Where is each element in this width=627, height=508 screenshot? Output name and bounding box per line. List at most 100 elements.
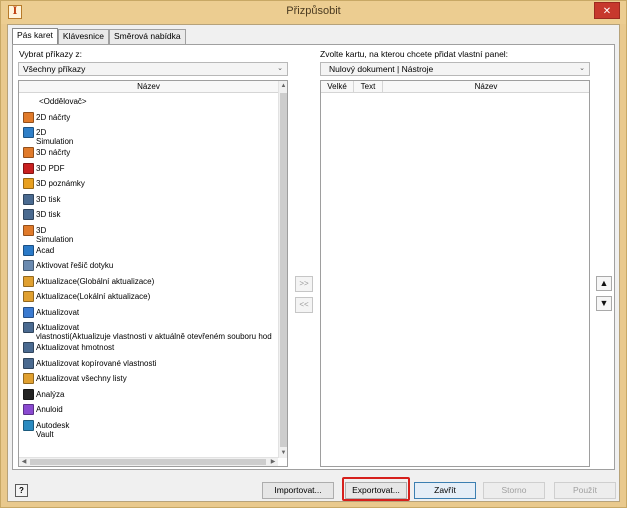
move-down-button[interactable]: ▼ bbox=[596, 296, 612, 311]
list-item-label: Aktualizovat hmotnost bbox=[36, 343, 115, 352]
help-icon[interactable]: ? bbox=[15, 484, 28, 497]
list-item[interactable]: Aktualizovat kopírované vlastnosti bbox=[23, 357, 157, 370]
list-item-label: 2D náčrty bbox=[36, 112, 71, 122]
import-button[interactable]: Importovat... bbox=[262, 482, 334, 499]
list-item-label: Aktualizovat bbox=[36, 323, 80, 332]
scroll-up-icon[interactable]: ▲ bbox=[279, 81, 287, 91]
panel-commands-list[interactable]: Velké Text Název bbox=[320, 80, 590, 467]
add-command-button[interactable]: >> bbox=[295, 276, 313, 292]
choose-tab-label: Zvolte kartu, na kterou chcete přidat vl… bbox=[320, 49, 509, 59]
chevron-down-icon: ⌄ bbox=[579, 65, 585, 72]
list-item[interactable]: 3D poznámky bbox=[23, 178, 85, 190]
commands-list[interactable]: Název <Oddělovač> 2D náčrty 2D Simulation 3D… bbox=[18, 80, 288, 467]
simulation-2d-icon bbox=[23, 127, 34, 138]
tab-strip: Pás karet Klávesnice Směrová nabídka bbox=[12, 28, 186, 44]
list-item[interactable]: 3D Simulation bbox=[23, 224, 74, 244]
list-item[interactable]: Autodesk Vault bbox=[23, 419, 69, 439]
list-item[interactable]: 2D Simulation bbox=[23, 127, 74, 146]
remove-command-button[interactable]: << bbox=[295, 297, 313, 313]
sketch-3d-icon bbox=[23, 147, 34, 158]
list-item-label: <Oddělovač> bbox=[39, 97, 87, 106]
column-large[interactable]: Velké bbox=[321, 81, 354, 93]
chevron-down-icon: ⌄ bbox=[277, 65, 283, 72]
list-item[interactable]: Aktualizace(Globální aktualizace) bbox=[23, 275, 155, 288]
column-text[interactable]: Text bbox=[354, 81, 383, 93]
list-item-label: Acad bbox=[36, 245, 55, 255]
update-icon bbox=[23, 306, 34, 318]
scroll-right-icon[interactable]: ▶ bbox=[268, 458, 278, 466]
list-item[interactable]: Aktivovat řešič dotyku bbox=[23, 260, 113, 272]
title-bar: I Přizpůsobit ✕ bbox=[1, 1, 626, 24]
tab-ribbon[interactable]: Pás karet bbox=[12, 28, 58, 44]
list-item-label: 2D bbox=[36, 128, 47, 137]
update-properties-icon bbox=[23, 322, 34, 333]
list-item[interactable]: Anuloid bbox=[23, 404, 63, 416]
list-item-label: 3D bbox=[36, 225, 47, 235]
acad-icon bbox=[23, 244, 34, 256]
list-item-label-line2: Vault bbox=[36, 429, 54, 439]
window-title: Přizpůsobit bbox=[286, 5, 341, 17]
commands-column-header[interactable]: Název bbox=[19, 81, 278, 93]
list-item-label: 3D tisk bbox=[36, 194, 61, 204]
list-item[interactable]: 2D náčrty bbox=[23, 111, 71, 124]
list-item-label: Autodesk bbox=[36, 420, 70, 430]
ribbon-tab-panel: Vybrat příkazy z: Všechny příkazy ⌄ Náze… bbox=[12, 44, 615, 470]
list-item-label: 3D náčrty bbox=[36, 148, 71, 157]
close-window-button[interactable]: ✕ bbox=[594, 2, 620, 19]
list-item-label-line2: vlastnosti(Aktualizuje vlastnosti v aktu… bbox=[36, 332, 272, 341]
local-update-icon bbox=[23, 291, 34, 302]
tab-marking-menu[interactable]: Směrová nabídka bbox=[109, 29, 186, 44]
printer-3d-icon bbox=[23, 209, 34, 220]
list-item[interactable]: Aktualizace(Lokální aktualizace) bbox=[23, 291, 151, 303]
annotation-icon bbox=[23, 178, 34, 189]
list-item-label: 3D tisk bbox=[36, 210, 61, 219]
close-button[interactable]: Zavřít bbox=[414, 482, 476, 499]
list-item[interactable]: 3D PDF bbox=[23, 162, 65, 175]
list-item-label: 3D PDF bbox=[36, 163, 65, 173]
update-mass-icon bbox=[23, 342, 34, 353]
list-item-label: Analýza bbox=[36, 389, 65, 399]
scroll-left-icon[interactable]: ◀ bbox=[19, 458, 29, 466]
target-tab-combo[interactable]: Nulový dokument | Nástroje ⌄ bbox=[320, 62, 590, 76]
list-item-label: Aktualizovat všechny listy bbox=[36, 374, 127, 383]
target-tab-value: Nulový dokument | Nástroje bbox=[329, 64, 434, 74]
move-up-button[interactable]: ▲ bbox=[596, 276, 612, 291]
list-item-label: Aktualizace(Lokální aktualizace) bbox=[36, 292, 151, 301]
commands-hscroll-thumb[interactable] bbox=[30, 459, 266, 465]
scroll-down-icon[interactable]: ▼ bbox=[279, 448, 287, 458]
simulation-3d-icon bbox=[23, 224, 34, 236]
commands-vertical-scrollbar[interactable]: ▲ ▼ bbox=[278, 81, 287, 458]
list-item-label-line2: Simulation bbox=[36, 137, 74, 146]
list-item[interactable]: Aktualizovat vlastnosti(Aktualizuje vlast… bbox=[23, 322, 272, 341]
commands-scroll-thumb[interactable] bbox=[280, 93, 287, 447]
cancel-button[interactable]: Storno bbox=[483, 482, 545, 499]
list-item[interactable]: 3D náčrty bbox=[23, 147, 71, 159]
apply-button[interactable]: Použít bbox=[554, 482, 616, 499]
list-item-text: Autodesk Vault bbox=[36, 421, 69, 439]
list-item-label: Aktualizace(Globální aktualizace) bbox=[36, 276, 155, 286]
list-item-text: Aktualizovat vlastnosti(Aktualizuje vlast… bbox=[36, 323, 272, 341]
analysis-icon bbox=[23, 388, 34, 400]
choose-commands-label: Vybrat příkazy z: bbox=[19, 49, 82, 59]
list-item-label: Anuloid bbox=[36, 405, 63, 414]
list-item[interactable]: 3D tisk bbox=[23, 193, 61, 206]
list-item[interactable]: Aktualizovat všechny listy bbox=[23, 373, 127, 385]
list-item-label-line2: Simulation bbox=[36, 234, 74, 244]
tab-keyboard[interactable]: Klávesnice bbox=[57, 29, 110, 44]
update-sheets-icon bbox=[23, 373, 34, 384]
global-update-icon bbox=[23, 275, 34, 287]
commands-horizontal-scrollbar[interactable]: ◀ ▶ bbox=[19, 457, 278, 466]
list-item[interactable]: Aktualizovat hmotnost bbox=[23, 342, 115, 354]
dialog-client: Pás karet Klávesnice Směrová nabídka Vyb… bbox=[7, 24, 620, 502]
list-item-label: Aktualizovat kopírované vlastnosti bbox=[36, 358, 157, 368]
list-item[interactable]: Analýza bbox=[23, 388, 65, 401]
list-item[interactable]: Aktualizovat bbox=[23, 306, 79, 319]
export-button[interactable]: Exportovat... bbox=[345, 482, 407, 499]
column-name[interactable]: Název bbox=[383, 81, 589, 93]
list-item[interactable]: 3D tisk bbox=[23, 209, 61, 221]
commands-source-combo[interactable]: Všechny příkazy ⌄ bbox=[18, 62, 288, 76]
commands-source-value: Všechny příkazy bbox=[23, 64, 86, 74]
vault-icon bbox=[23, 419, 34, 431]
list-item[interactable]: Acad bbox=[23, 244, 55, 257]
list-item[interactable]: <Oddělovač> bbox=[39, 97, 87, 106]
